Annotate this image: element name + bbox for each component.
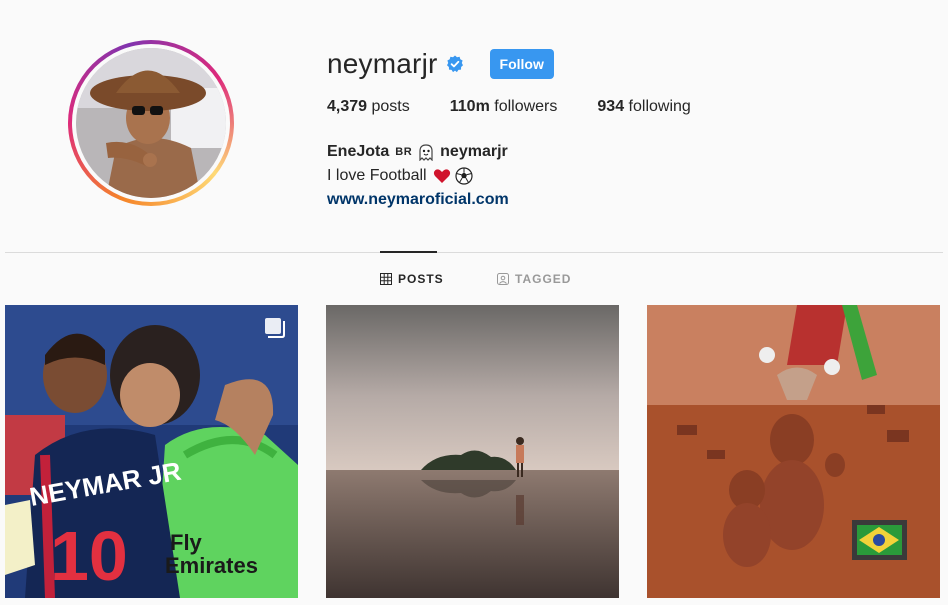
active-tab-indicator — [380, 251, 437, 253]
tab-tagged[interactable]: TAGGED — [497, 272, 571, 286]
following-stat[interactable]: 934 following — [597, 98, 690, 116]
bio-text-line: I love Football — [327, 164, 509, 188]
posts-stat: 4,379 posts — [327, 98, 410, 116]
website-link[interactable]: www.neymaroficial.com — [327, 188, 509, 212]
red-heart-icon — [433, 167, 451, 185]
username: neymarjr — [327, 48, 438, 79]
bio-name-line: EneJota BR neymarjr — [327, 140, 509, 164]
soccer-ball-icon — [455, 167, 473, 185]
posts-count: 4,379 — [327, 98, 368, 115]
grid-icon — [380, 273, 392, 285]
verified-badge-icon — [446, 55, 464, 73]
avatar-image — [76, 48, 226, 198]
posts-label: posts — [371, 98, 410, 115]
avatar[interactable] — [76, 48, 226, 198]
profile-stats: 4,379 posts 110m followers 934 following — [327, 98, 731, 116]
post-thumbnail[interactable] — [326, 305, 619, 598]
tab-tagged-label: TAGGED — [515, 272, 572, 286]
tab-posts[interactable]: POSTS — [380, 272, 444, 286]
bio-text: I love Football — [327, 167, 427, 184]
tag-icon — [497, 273, 509, 285]
followers-stat[interactable]: 110m followers — [450, 98, 558, 116]
follow-button[interactable]: Follow — [489, 49, 554, 79]
post-image-mural-art — [647, 305, 940, 598]
full-name: EneJota — [327, 143, 390, 160]
profile-avatar-ring[interactable] — [68, 40, 234, 206]
post-thumbnail[interactable] — [647, 305, 940, 598]
post-image-psg-hug: 10 NEYMAR JR Fly Emirates — [5, 305, 298, 598]
followers-label: followers — [494, 98, 558, 115]
tab-posts-label: POSTS — [398, 272, 444, 286]
carousel-multiple-icon — [262, 315, 286, 339]
profile-tabs: POSTS TAGGED — [0, 272, 948, 288]
tabs-divider — [5, 252, 943, 253]
bio: EneJota BR neymarjr I love Football www.… — [327, 140, 509, 212]
ghost-emoji-icon — [417, 143, 435, 162]
flag-br-text: BR — [395, 146, 413, 158]
username-row: neymarjr Follow — [327, 46, 554, 82]
post-thumbnail[interactable]: 10 NEYMAR JR Fly Emirates — [5, 305, 298, 598]
svg-text:Emirates: Emirates — [165, 553, 258, 578]
post-image-beach-island — [326, 305, 619, 598]
following-count: 934 — [597, 98, 625, 115]
following-label: following — [628, 98, 691, 115]
followers-count: 110m — [449, 98, 490, 115]
svg-text:10: 10 — [50, 517, 128, 595]
bio-handle: neymarjr — [440, 143, 508, 160]
svg-text:Fly: Fly — [170, 530, 203, 555]
